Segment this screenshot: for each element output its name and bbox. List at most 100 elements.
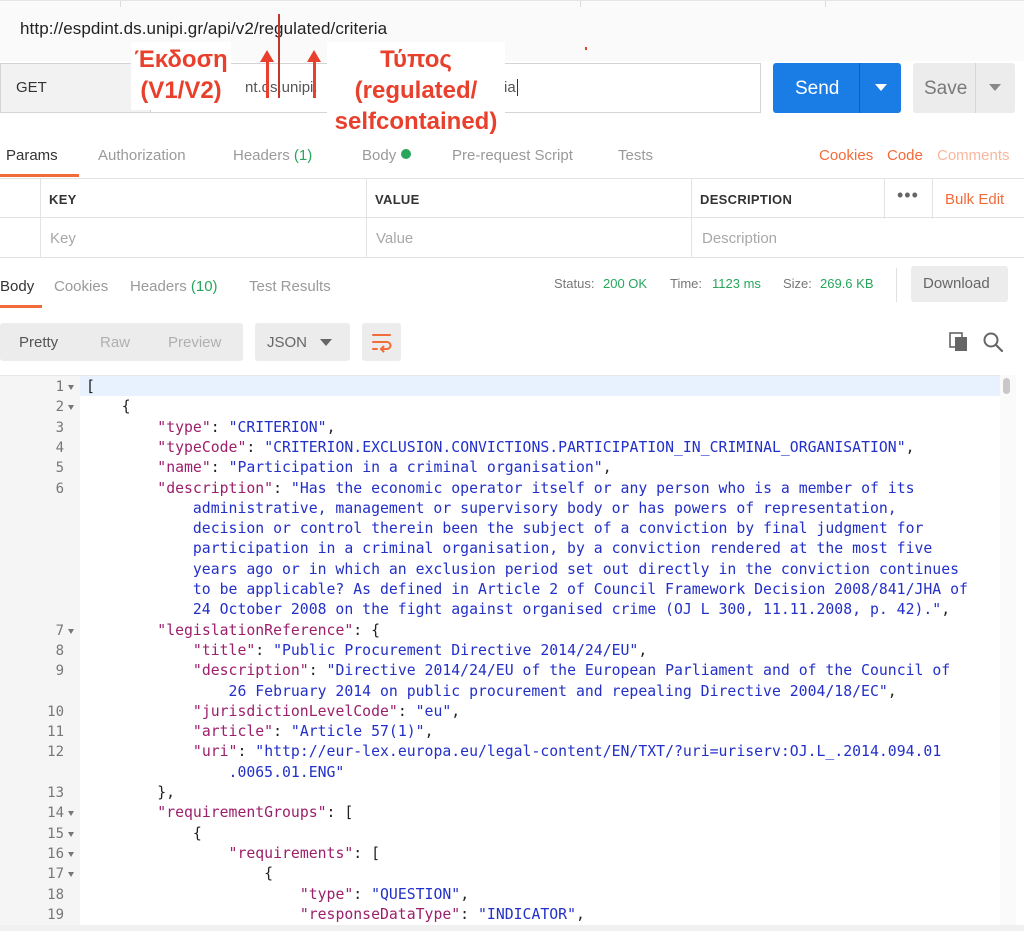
wrap-lines-button[interactable] [362,323,401,361]
json-punctuation: { [86,398,131,416]
response-tab-body[interactable]: Body [0,278,34,295]
fold-toggle-icon[interactable] [68,628,74,634]
line-number: 16 [47,845,64,862]
tab-tests[interactable]: Tests [618,147,653,164]
json-string: to be applicable? As defined in Article … [86,581,968,598]
fold-toggle-icon[interactable] [68,811,74,817]
fold-toggle-icon[interactable] [68,872,74,878]
json-punctuation: { [86,865,274,883]
column-header-value: VALUE [375,192,420,207]
tab-params[interactable]: Params [6,147,58,164]
active-tab-indicator [0,174,79,177]
format-label: JSON [267,334,308,351]
response-tab-headers[interactable]: Headers (10) [130,278,218,295]
json-punctuation [86,480,157,497]
search-icon[interactable] [982,331,1004,353]
tab-body[interactable]: Body [362,147,412,164]
method-select[interactable]: GET [0,63,150,113]
json-punctuation [86,906,300,923]
tab-separator [580,1,581,7]
download-button[interactable]: Download [911,266,1008,302]
format-select[interactable]: JSON [255,323,350,361]
json-string: "Has the economic operator itself or any… [290,479,915,497]
json-punctuation: : { [353,621,381,639]
code-line: .0065.01.ENG" [0,763,1016,783]
json-string: decision or control therein been the sub… [86,520,924,538]
response-tab-headers-label: Headers [130,278,187,295]
code-line: 8 "title": "Public Procurement Directive… [0,641,1016,661]
json-punctuation [86,845,229,862]
tab-pre-request-script[interactable]: Pre-request Script [452,147,573,164]
code-line: 2 { [0,397,1016,417]
code-line: participation in a criminal organisation… [0,539,1016,559]
code-line: 10 "jurisdictionLevelCode": "eu", [0,702,1016,722]
code-line: 15 { [0,824,1016,844]
column-separator [40,218,41,258]
annotation-dot [585,47,587,50]
json-key: "title" [192,641,256,659]
more-options-icon[interactable]: ••• [897,185,919,206]
tab-headers[interactable]: Headers (1) [233,147,312,164]
line-number: 17 [47,866,64,883]
line-number: 8 [55,642,64,659]
line-number: 10 [47,703,64,720]
json-punctuation: , [941,601,951,619]
param-description-input[interactable]: Description [702,230,777,247]
send-button[interactable]: Send [773,63,901,113]
code-text: "type": "QUESTION", [86,885,469,905]
active-response-tab-indicator [0,305,42,308]
annotation-type-line2: (regulated/ [354,77,478,104]
param-key-input[interactable]: Key [50,230,76,247]
response-tab-test-results[interactable]: Test Results [249,278,331,295]
fold-toggle-icon[interactable] [68,405,74,411]
code-text: [ [86,377,95,397]
response-tab-headers-count: (10) [190,278,218,295]
search-icon-graphic [983,332,1004,353]
save-options-caret-icon[interactable] [989,84,1001,91]
json-punctuation: , [905,438,915,456]
json-punctuation: , [602,459,612,477]
method-label: GET [16,79,47,96]
code-link[interactable]: Code [887,147,923,164]
tab-headers-count: (1) [293,147,313,164]
response-code-editor[interactable]: 1[2 {3 "type": "CRITERION", 4 "typeCode":… [0,375,1016,926]
response-tab-cookies[interactable]: Cookies [54,278,108,295]
json-string: "Directive 2014/24/EU of the European Pa… [326,662,951,680]
json-string: "Participation in a criminal organisatio… [228,459,603,477]
download-label: Download [923,275,990,292]
save-divider [975,63,976,113]
line-number: 9 [55,663,64,680]
bottom-status-strip [0,925,1024,931]
tab-headers-label: Headers [233,147,290,164]
save-button[interactable]: Save [913,63,1015,113]
json-string: "CRITERION" [228,418,327,436]
copy-icon[interactable] [948,331,970,353]
tab-authorization[interactable]: Authorization [98,147,186,164]
comments-link[interactable]: Comments [937,147,1010,164]
fold-toggle-icon[interactable] [68,385,74,390]
code-text: "description": "Directive 2014/24/EU of … [86,661,950,681]
annotation-version: Έκδοση (V1/V2) [131,42,231,110]
cookies-link[interactable]: Cookies [819,147,873,164]
send-options-caret-icon[interactable] [875,84,887,91]
fold-toggle-icon[interactable] [68,831,74,837]
code-text: "legislationReference": { [86,621,380,641]
view-mode-pretty[interactable]: Pretty [19,334,58,351]
code-line: 4 "typeCode": "CRITERION.EXCLUSION.CONVI… [0,438,1016,458]
param-value-input[interactable]: Value [376,230,413,247]
view-mode-preview[interactable]: Preview [168,334,221,351]
code-text: "jurisdictionLevelCode": "eu", [86,702,460,722]
request-url-title: http://espdint.ds.unipi.gr/api/v2/regula… [20,19,388,38]
view-mode-raw[interactable]: Raw [100,334,130,351]
bulk-edit-button[interactable]: Bulk Edit [945,191,1004,208]
annotation-type: Τύπος (regulated/ selfcontained) [327,42,505,138]
fold-toggle-icon[interactable] [68,851,74,857]
vertical-scrollbar[interactable] [1000,375,1016,925]
annotation-type-line1: Τύπος [380,46,452,73]
json-key: "requirementGroups" [157,804,327,822]
copy-icon-graphic [949,332,967,351]
code-text: participation in a criminal organisation… [86,539,932,559]
line-number: 11 [47,724,64,741]
line-number: 5 [55,460,64,477]
scrollbar-thumb[interactable] [1003,378,1010,394]
